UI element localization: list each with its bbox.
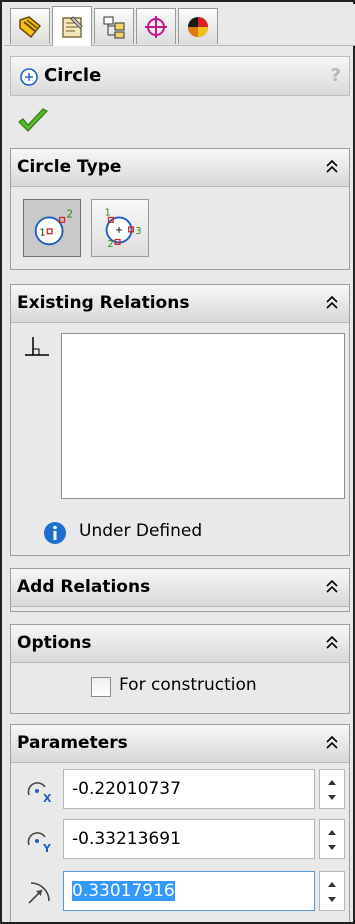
property-manager-icon xyxy=(62,15,83,38)
dimxpert-manager-icon xyxy=(145,15,167,38)
add-relations-header[interactable]: Add Relations xyxy=(11,569,349,607)
center-x-icon: X xyxy=(27,782,52,805)
tab-property-manager[interactable] xyxy=(52,6,92,46)
center-y-icon: Y xyxy=(27,832,52,855)
spin-up-icon[interactable] xyxy=(327,778,337,786)
group-title: Existing Relations xyxy=(17,293,190,313)
property-manager-title: Circle ? xyxy=(10,56,350,96)
center-circle-icon: 1 2 xyxy=(34,208,73,246)
center-y-input[interactable]: -0.33213691 xyxy=(63,819,315,859)
spin-down-icon[interactable] xyxy=(327,794,337,802)
radius-spinner[interactable] xyxy=(319,871,345,911)
tab-display-manager[interactable] xyxy=(178,8,218,44)
spin-down-icon[interactable] xyxy=(327,896,337,904)
tab-configuration-manager[interactable] xyxy=(94,8,134,44)
spin-down-icon[interactable] xyxy=(327,844,337,852)
existing-relations-list[interactable] xyxy=(61,333,345,499)
options-header[interactable]: Options xyxy=(11,625,349,663)
svg-text:1: 1 xyxy=(105,208,111,219)
circle-type-header[interactable]: Circle Type xyxy=(11,149,349,187)
parameters-header[interactable]: Parameters xyxy=(11,725,349,763)
svg-text:1: 1 xyxy=(40,228,46,239)
tab-dimxpert-manager[interactable] xyxy=(136,8,176,44)
status-text: Under Defined xyxy=(79,521,203,541)
feature-manager-icon xyxy=(19,15,42,38)
radius-icon xyxy=(28,882,50,904)
center-x-input[interactable]: -0.22010737 xyxy=(63,769,315,809)
group-title: Circle Type xyxy=(17,157,122,177)
spin-up-icon[interactable] xyxy=(327,828,337,836)
perimeter-circle-button[interactable]: 1 3 2 xyxy=(91,199,149,257)
group-title: Options xyxy=(17,633,92,653)
radius-input[interactable]: 0.33017916 xyxy=(63,871,315,911)
center-y-spinner[interactable] xyxy=(319,819,345,859)
options-group: Options For construction xyxy=(10,624,350,714)
center-x-spinner[interactable] xyxy=(319,769,345,809)
existing-relations-header[interactable]: Existing Relations xyxy=(11,285,349,323)
svg-text:Y: Y xyxy=(42,842,52,855)
parameters-group: Parameters X -0.22010737 Y -0.33213691 0… xyxy=(10,724,350,922)
page-title: Circle xyxy=(44,65,102,86)
collapse-chevron-icon[interactable] xyxy=(323,732,341,754)
tab-feature-manager[interactable] xyxy=(10,8,50,44)
ok-checkmark-button[interactable] xyxy=(16,106,50,136)
display-manager-icon xyxy=(188,16,208,37)
help-button[interactable]: ? xyxy=(331,65,341,86)
property-manager-panel: Circle ? Circle Type 1 2 1 3 2 Existing … xyxy=(0,0,355,924)
configuration-manager-icon xyxy=(103,16,125,38)
add-relations-group: Add Relations xyxy=(10,568,350,612)
relations-icon xyxy=(25,337,49,356)
svg-text:2: 2 xyxy=(108,239,114,250)
spin-up-icon[interactable] xyxy=(327,880,337,888)
center-circle-button[interactable]: 1 2 xyxy=(23,199,81,257)
svg-text:3: 3 xyxy=(135,226,141,237)
perimeter-circle-icon: 1 3 2 xyxy=(105,208,142,251)
collapse-chevron-icon[interactable] xyxy=(323,292,341,314)
collapse-chevron-icon[interactable] xyxy=(323,156,341,178)
svg-text:X: X xyxy=(43,792,52,805)
circle-sketch-icon xyxy=(20,68,38,86)
manager-tab-bar xyxy=(4,4,355,46)
collapse-chevron-icon[interactable] xyxy=(323,576,341,598)
svg-text:2: 2 xyxy=(66,208,73,220)
circle-type-group: Circle Type 1 2 1 3 2 xyxy=(10,148,350,270)
group-title: Parameters xyxy=(17,733,128,753)
group-title: Add Relations xyxy=(17,577,151,597)
for-construction-checkbox[interactable] xyxy=(91,677,111,697)
collapse-chevron-icon[interactable] xyxy=(323,632,341,654)
existing-relations-group: Existing Relations Under Defined xyxy=(10,284,350,556)
info-icon xyxy=(44,522,66,544)
for-construction-label: For construction xyxy=(119,675,257,695)
